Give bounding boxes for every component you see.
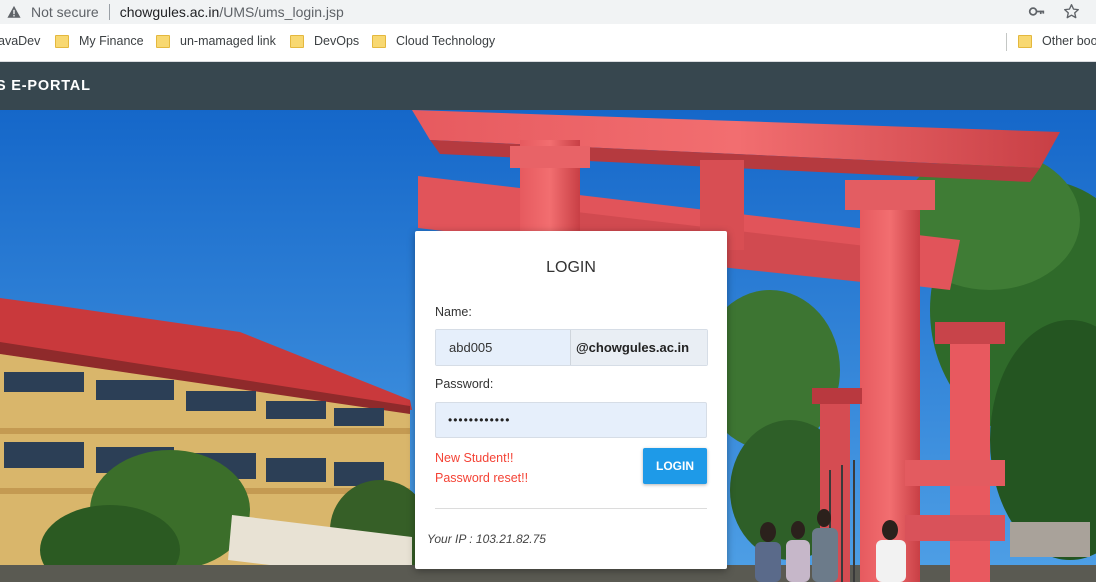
url-text[interactable]: chowgules.ac.in/UMS/ums_login.jsp xyxy=(120,4,344,20)
key-icon[interactable] xyxy=(1028,3,1045,20)
warning-icon[interactable] xyxy=(7,5,21,19)
bookmark-label: avaDev xyxy=(0,34,41,48)
folder-icon xyxy=(290,34,304,48)
star-icon[interactable] xyxy=(1063,3,1080,20)
url-domain: chowgules.ac.in xyxy=(119,4,220,20)
address-bar-actions xyxy=(1028,3,1080,20)
card-divider xyxy=(435,508,707,509)
portal-title[interactable]: S E-PORTAL xyxy=(0,78,91,94)
bookmark-label: un-mamaged link xyxy=(180,34,276,48)
folder-icon xyxy=(55,34,69,48)
password-label: Password: xyxy=(435,377,494,391)
security-status[interactable]: Not secure xyxy=(31,4,99,20)
bookmark-other-bookmarks[interactable]: Other book xyxy=(1018,34,1096,48)
address-bar[interactable]: Not secure chowgules.ac.in/UMS/ums_login… xyxy=(0,0,1096,24)
password-input[interactable]: •••••••••••• xyxy=(435,402,707,438)
bookmark-un-mamaged-link[interactable]: un-mamaged link xyxy=(156,34,276,48)
bookmark-label: Other book xyxy=(1042,34,1096,48)
folder-icon xyxy=(1018,34,1032,48)
bookmarks-divider xyxy=(1006,33,1007,51)
domain-suffix: @chowgules.ac.in xyxy=(571,330,707,365)
bookmark-my-finance[interactable]: My Finance xyxy=(55,34,144,48)
bookmark-label: My Finance xyxy=(79,34,144,48)
bookmark-label: Cloud Technology xyxy=(396,34,496,48)
name-input[interactable] xyxy=(436,330,571,365)
portal-header: S E-PORTAL xyxy=(0,62,1096,110)
ip-address-text: Your IP : 103.21.82.75 xyxy=(427,532,546,546)
bookmarks-bar: avaDev My Finance un-mamaged link DevOps… xyxy=(0,24,1096,62)
bookmark-avadev[interactable]: avaDev xyxy=(0,34,40,48)
bookmark-devops[interactable]: DevOps xyxy=(290,34,359,48)
bookmark-cloud-technology[interactable]: Cloud Technology xyxy=(372,34,495,48)
login-title: LOGIN xyxy=(546,259,596,276)
login-card: LOGIN Name: @chowgules.ac.in Password: •… xyxy=(415,231,727,569)
bookmark-label: DevOps xyxy=(314,34,360,48)
login-button[interactable]: LOGIN xyxy=(643,448,707,484)
password-reset-link[interactable]: Password reset!! xyxy=(435,471,528,485)
folder-icon xyxy=(156,34,170,48)
new-student-link[interactable]: New Student!! xyxy=(435,451,514,465)
url-path: /UMS/ums_login.jsp xyxy=(219,4,344,20)
password-mask: •••••••••••• xyxy=(448,413,511,427)
name-input-group: @chowgules.ac.in xyxy=(435,329,708,366)
url-separator xyxy=(108,4,110,20)
folder-icon xyxy=(372,34,386,48)
name-label: Name: xyxy=(435,305,472,319)
